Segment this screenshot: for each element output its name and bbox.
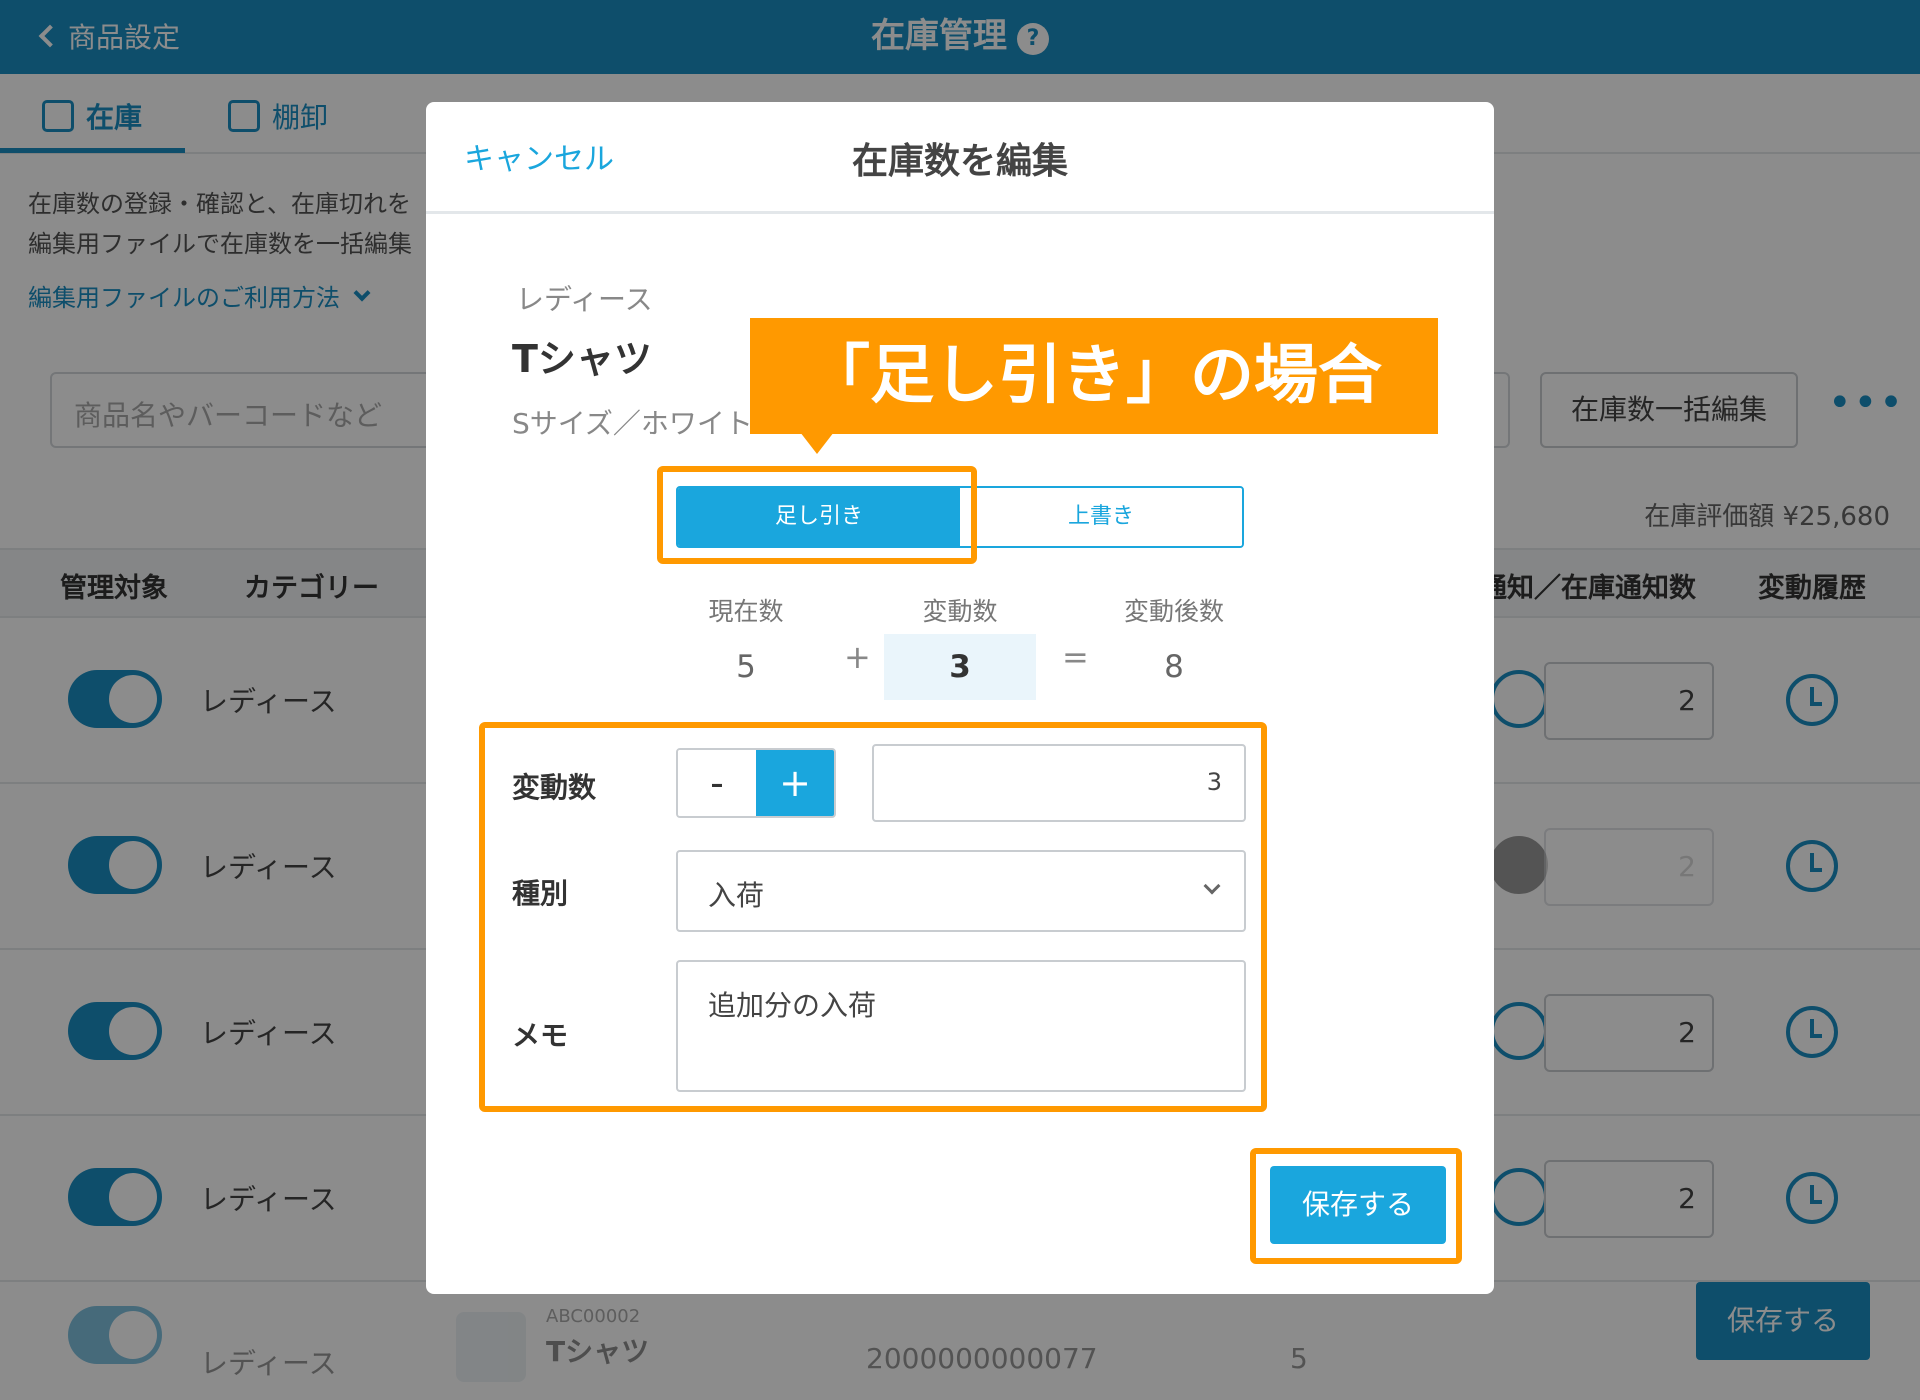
calc-current-label: 現在数 (708, 597, 784, 626)
highlight-save-button (1250, 1148, 1462, 1264)
calc-change-label: 変動数 (922, 597, 998, 626)
calc-change-value: 3 (884, 634, 1036, 700)
calc-change: 変動数 3 (884, 592, 1036, 700)
calc-current-value: 5 (736, 649, 756, 685)
annotation-callout: 「足し引き」の場合 (750, 318, 1438, 434)
highlight-mode-toggle (657, 466, 977, 564)
calc-after-value: 8 (1164, 649, 1184, 685)
modal-title: 在庫数を編集 (851, 141, 1068, 182)
calc-current: 現在数 5 (676, 592, 816, 700)
highlight-form-fields (479, 722, 1267, 1112)
equals-sign: = (1062, 638, 1089, 676)
plus-sign: + (844, 638, 871, 676)
calc-after-label: 変動後数 (1123, 597, 1224, 626)
calc-after: 変動後数 8 (1104, 592, 1244, 700)
product-variant: Sサイズ／ホワイト (512, 407, 753, 440)
modal-header: キャンセル 在庫数を編集 (426, 102, 1494, 214)
edit-stock-modal: キャンセル 在庫数を編集 レディース Tシャツ Sサイズ／ホワイト 足し引き 上… (426, 102, 1494, 1294)
product-name: Tシャツ (512, 337, 652, 381)
mode-overwrite[interactable]: 上書き (960, 488, 1242, 546)
callout-pointer (800, 432, 834, 454)
stock-calculation: 現在数 5 + 変動数 3 = 変動後数 8 (676, 592, 1244, 712)
product-category: レディース (516, 283, 653, 316)
